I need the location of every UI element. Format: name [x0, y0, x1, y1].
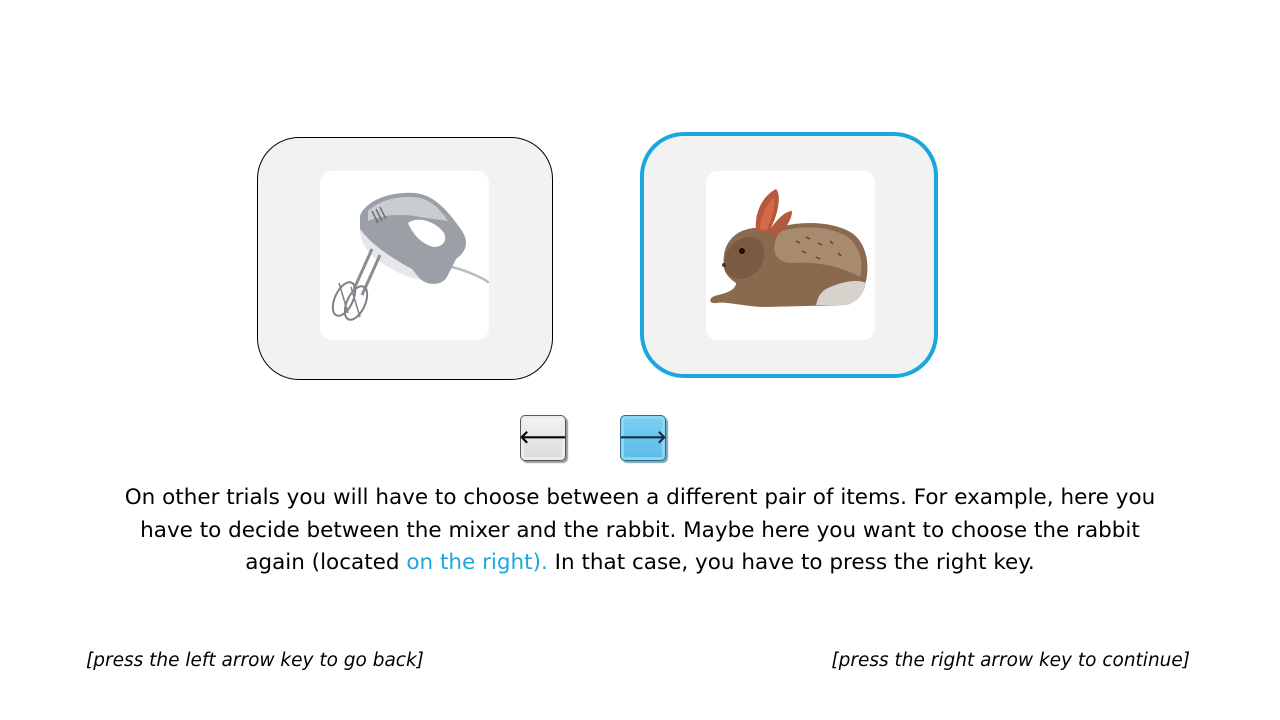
left-arrow-key[interactable]: 🡐 — [518, 415, 568, 461]
right-item-tile — [706, 171, 875, 340]
right-option-card[interactable] — [640, 132, 938, 378]
left-item-tile — [319, 171, 489, 340]
continue-hint: [press the right arrow key to continue] — [831, 650, 1190, 671]
left-arrow-icon: 🡐 — [518, 427, 568, 448]
instructions-text: On other trials you will have to choose … — [120, 482, 1160, 580]
instructions-text-after: In that case, you have to press the righ… — [547, 550, 1035, 575]
right-arrow-icon: 🡒 — [618, 427, 668, 448]
right-arrow-key[interactable]: 🡒 — [618, 415, 668, 461]
instructions-highlight: on the right). — [406, 550, 548, 575]
left-option-card[interactable] — [257, 137, 553, 380]
hand-mixer-image — [331, 192, 489, 321]
rabbit-image — [710, 189, 868, 307]
slide: 🡐 🡒 On other trials you will have to cho… — [0, 0, 1280, 720]
go-back-hint: [press the left arrow key to go back] — [86, 650, 424, 671]
